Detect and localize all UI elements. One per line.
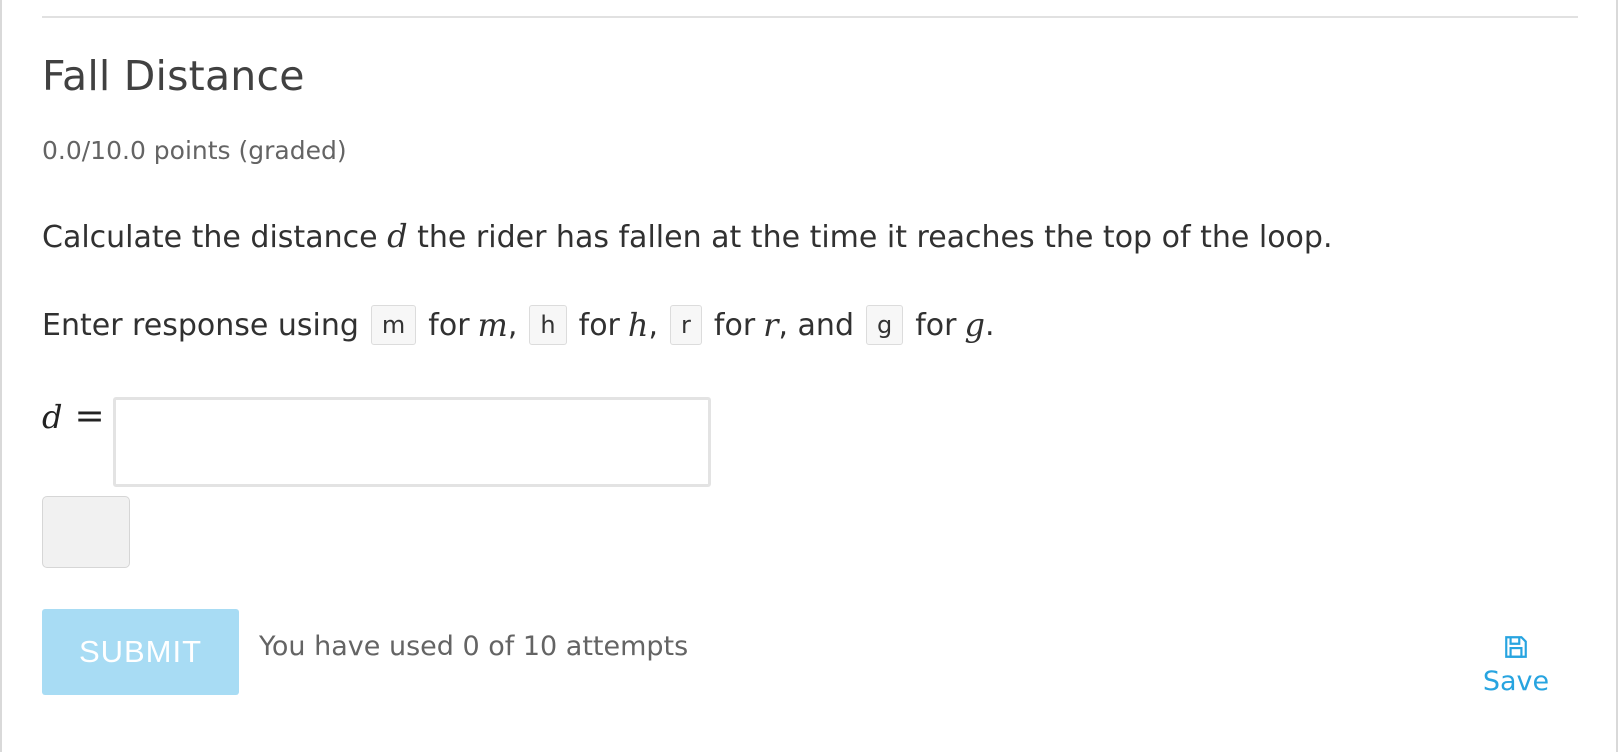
for-word: for [578, 307, 620, 343]
answer-label-equals: = [74, 396, 105, 437]
answer-label: d = [42, 396, 105, 437]
answer-label-variable: d [42, 398, 63, 436]
save-button[interactable]: Save [1478, 634, 1554, 697]
problem-score: 0.0/10.0 points (graded) [42, 136, 347, 165]
submit-button[interactable]: SUBMIT [42, 609, 239, 695]
symbol-m: m [477, 306, 508, 344]
symbol-r: r [763, 306, 779, 344]
floppy-disk-icon [1505, 636, 1527, 658]
code-m: m [370, 305, 417, 345]
question-text: Calculate the distance d the rider has f… [42, 217, 1332, 255]
question-variable: d [387, 217, 408, 255]
answer-input[interactable] [113, 397, 711, 487]
code-h: h [529, 305, 567, 345]
problem-frame [0, 0, 1618, 752]
instruction-text: Enter response using m for m , h for h ,… [42, 305, 995, 345]
question-text-before: Calculate the distance [42, 220, 378, 255]
separator: , and [778, 307, 854, 343]
question-text-after: the rider has fallen at the time it reac… [417, 220, 1333, 255]
instruction-prefix: Enter response using [42, 307, 359, 343]
separator: . [984, 307, 995, 343]
code-r: r [670, 305, 702, 345]
for-word: for [428, 307, 470, 343]
code-g: g [865, 305, 904, 345]
problem-title: Fall Distance [42, 52, 305, 100]
attempts-text: You have used 0 of 10 attempts [259, 631, 689, 662]
for-word: for [713, 307, 756, 343]
divider [42, 16, 1578, 18]
symbol-h: h [627, 306, 649, 344]
separator: , [507, 307, 518, 343]
symbol-g: g [964, 306, 985, 344]
save-label: Save [1482, 666, 1550, 697]
separator: , [648, 307, 659, 343]
math-preview-box [42, 496, 130, 568]
for-word: for [915, 307, 957, 343]
